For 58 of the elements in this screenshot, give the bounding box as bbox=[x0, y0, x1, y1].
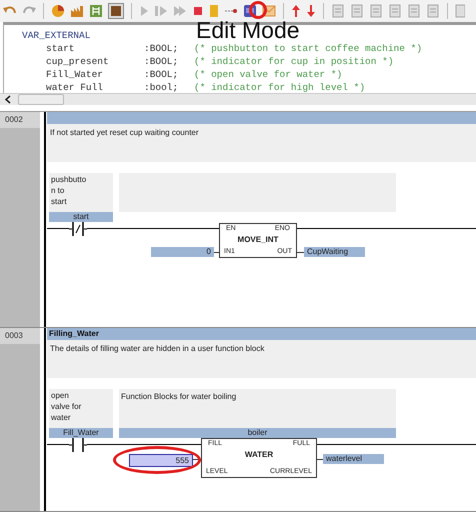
variable-type: :bool; bbox=[144, 81, 180, 93]
scrollbar-thumb[interactable] bbox=[18, 94, 64, 105]
output-variable[interactable]: CupWaiting bbox=[304, 247, 365, 257]
block-name: MOVE_INT bbox=[236, 235, 280, 244]
code-comment: (* open valve for water *) bbox=[194, 68, 342, 81]
block-instance[interactable]: boiler bbox=[119, 428, 396, 438]
book-icon[interactable] bbox=[108, 3, 124, 19]
negated-contact[interactable] bbox=[69, 222, 87, 236]
factory-icon[interactable] bbox=[70, 4, 84, 18]
connector-icon[interactable] bbox=[224, 6, 238, 16]
code-comment: (* indicator for high level *) bbox=[194, 81, 366, 93]
input-field[interactable]: 555 bbox=[129, 454, 193, 467]
document-icon[interactable] bbox=[369, 4, 383, 18]
edit-mode-label: Edit Mode bbox=[196, 17, 300, 43]
contact-comment: pushbutto n to start bbox=[49, 173, 113, 212]
network-number: 0002 bbox=[0, 112, 40, 128]
network-comment: If not started yet reset cup waiting counter bbox=[47, 124, 476, 162]
variable-type: :BOOL; bbox=[144, 42, 180, 55]
highlight-circle bbox=[249, 1, 267, 19]
document-icon[interactable] bbox=[209, 4, 219, 18]
wire bbox=[317, 459, 323, 460]
up-arrow-icon[interactable] bbox=[291, 4, 301, 18]
document-icon[interactable] bbox=[426, 4, 440, 18]
document-icon[interactable] bbox=[388, 4, 402, 18]
code-comment: (* indicator for cup in position *) bbox=[194, 55, 394, 68]
document-icon[interactable] bbox=[407, 4, 421, 18]
document-icon[interactable] bbox=[331, 4, 345, 18]
network-number: 0003 bbox=[0, 328, 40, 344]
block-name: WATER bbox=[244, 450, 274, 459]
network-comment: The details of filling water are hidden in a user function block bbox=[47, 340, 476, 378]
play-icon[interactable] bbox=[139, 5, 149, 17]
variable-name: start bbox=[46, 42, 76, 55]
contact-comment: open valve for water bbox=[49, 389, 113, 428]
document-icon[interactable] bbox=[455, 4, 465, 18]
stop-icon[interactable] bbox=[192, 5, 204, 17]
input-value[interactable]: 0 bbox=[151, 247, 214, 257]
contact[interactable] bbox=[69, 438, 87, 452]
output-variable[interactable]: waterlevel bbox=[323, 454, 384, 464]
variable-type: :BOOL; bbox=[144, 68, 180, 81]
code-keyword: VAR_EXTERNAL bbox=[22, 29, 90, 42]
ladder-icon[interactable] bbox=[89, 4, 103, 18]
variable-name: water Full bbox=[46, 81, 104, 93]
down-arrow-icon[interactable] bbox=[306, 4, 316, 18]
network-title-bar[interactable]: Filling_Water bbox=[47, 328, 476, 340]
wire bbox=[214, 252, 219, 253]
document-icon[interactable] bbox=[350, 4, 364, 18]
step-icon[interactable] bbox=[173, 5, 187, 17]
variable-name: Fill_Water bbox=[46, 68, 104, 81]
step-icon[interactable] bbox=[154, 5, 168, 17]
contact-variable[interactable]: Fill_Water bbox=[49, 428, 113, 438]
block-comment: Function Blocks for water boiling bbox=[119, 389, 396, 428]
code-comment: (* pushbutton to start coffee machine *) bbox=[194, 42, 422, 55]
wire bbox=[297, 252, 304, 253]
horizontal-scrollbar[interactable] bbox=[0, 93, 476, 105]
variable-type: :BOOL; bbox=[144, 55, 180, 68]
pie-icon[interactable] bbox=[51, 4, 65, 18]
contact-variable[interactable]: start bbox=[49, 212, 113, 222]
variable-name: cup_present bbox=[46, 55, 110, 68]
